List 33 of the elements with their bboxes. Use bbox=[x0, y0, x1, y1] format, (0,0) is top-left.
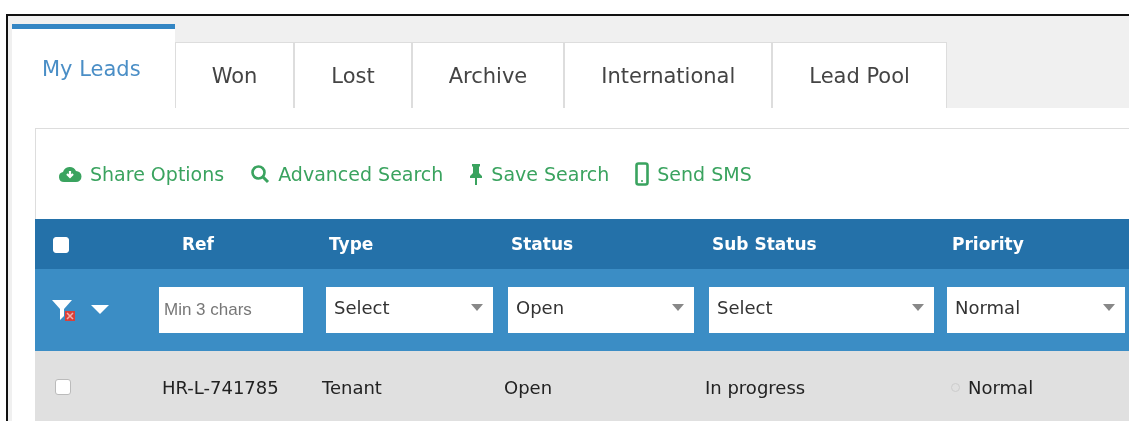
tab[interactable]: Lost bbox=[294, 42, 412, 108]
text-field[interactable]: Min 3 chars bbox=[159, 287, 303, 333]
table-cell: Open bbox=[504, 376, 553, 398]
filter-clear-icon[interactable] bbox=[51, 298, 77, 322]
table-cell: Tenant bbox=[322, 376, 382, 398]
dropdown[interactable]: Select bbox=[326, 287, 493, 333]
table-row[interactable]: HR-L-741785 Tenant Open In progress Normal bbox=[35, 351, 1129, 421]
column-header[interactable]: Status bbox=[511, 234, 574, 254]
cloud-download-icon bbox=[58, 165, 82, 183]
table-cell: In progress bbox=[705, 376, 806, 398]
column-header[interactable]: Priority bbox=[952, 234, 1024, 254]
dropdown[interactable]: Select bbox=[709, 287, 934, 333]
tab[interactable]: Lead Pool bbox=[772, 42, 947, 108]
table-cell: Normal bbox=[968, 376, 1034, 398]
caret-icon[interactable] bbox=[1103, 303, 1115, 311]
column-header[interactable]: Ref bbox=[182, 234, 215, 254]
caret-icon[interactable] bbox=[91, 305, 109, 315]
phone-icon bbox=[635, 162, 650, 186]
dropdown[interactable]: Normal bbox=[947, 287, 1125, 333]
dropdown[interactable]: Open bbox=[508, 287, 694, 333]
column-header[interactable]: Type bbox=[329, 234, 374, 254]
pin-icon bbox=[469, 163, 484, 185]
column-header[interactable]: Sub Status bbox=[712, 234, 817, 254]
caret-icon[interactable] bbox=[672, 303, 684, 311]
caret-icon[interactable] bbox=[912, 303, 924, 311]
tab[interactable]: My Leads bbox=[12, 24, 175, 108]
table-cell: HR-L-741785 bbox=[162, 376, 279, 398]
checkbox[interactable] bbox=[55, 379, 71, 395]
tab[interactable]: Won bbox=[174, 42, 295, 108]
search-icon bbox=[250, 164, 271, 184]
tab[interactable]: International bbox=[564, 42, 773, 108]
tab[interactable]: Archive bbox=[411, 42, 565, 108]
caret-icon[interactable] bbox=[471, 303, 483, 311]
